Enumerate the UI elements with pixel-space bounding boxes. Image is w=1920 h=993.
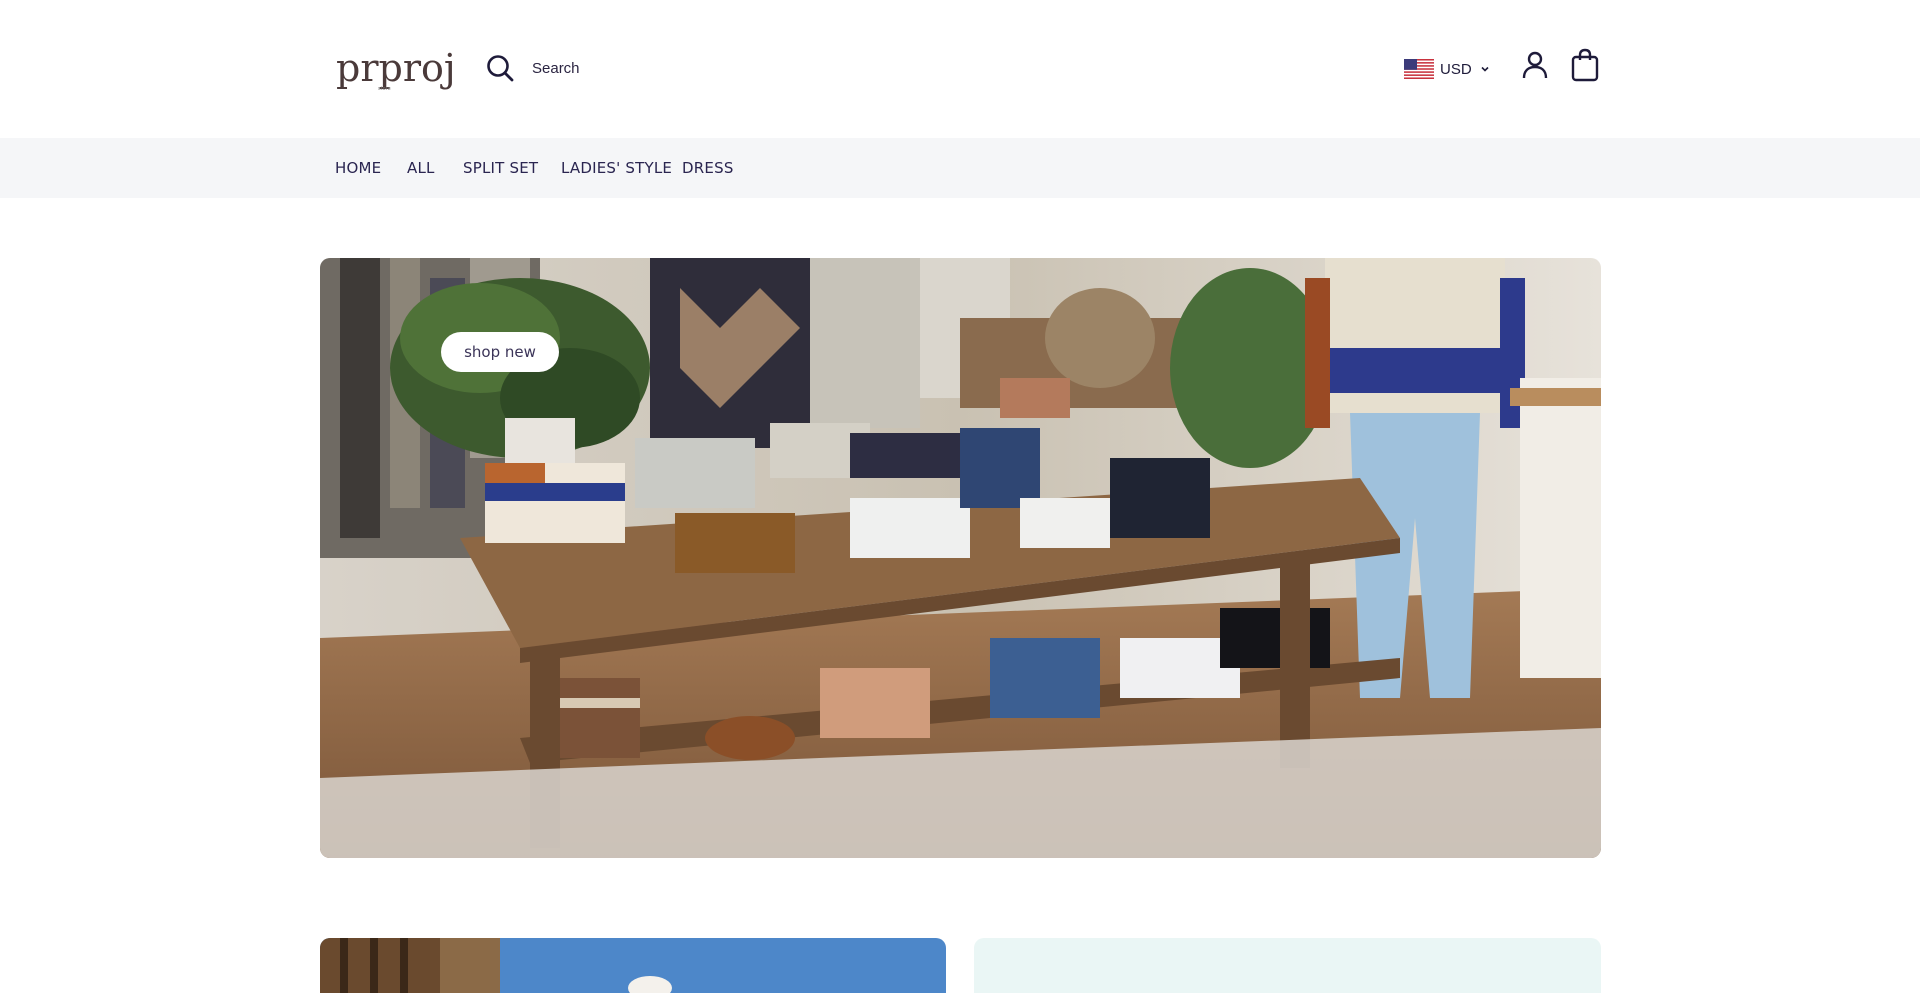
- site-header: prproj store Search USD: [0, 0, 1920, 138]
- search-placeholder: Search: [532, 59, 580, 77]
- logo-subtext: store: [378, 86, 391, 92]
- main-nav: HOME ALL SPLIT SET LADIES' STYLE DRESS: [0, 138, 1920, 198]
- hero-banner[interactable]: shop new: [320, 258, 1601, 858]
- promo-tile-left-image: [320, 938, 946, 993]
- search-input[interactable]: Search: [486, 52, 706, 84]
- nav-item-home[interactable]: HOME: [335, 138, 381, 198]
- search-icon[interactable]: [486, 54, 514, 82]
- currency-code: USD: [1440, 60, 1472, 78]
- user-icon[interactable]: [1520, 50, 1550, 80]
- nav-item-all[interactable]: ALL: [407, 138, 435, 198]
- shop-new-button[interactable]: shop new: [441, 332, 559, 372]
- shopping-bag-icon[interactable]: [1570, 48, 1600, 82]
- currency-selector[interactable]: USD: [1404, 57, 1490, 81]
- logo-text: prproj: [336, 46, 456, 90]
- us-flag-icon: [1404, 59, 1434, 79]
- promo-tile-left[interactable]: [320, 938, 946, 993]
- nav-item-ladies-style-dress[interactable]: LADIES' STYLE DRESS: [561, 138, 734, 198]
- nav-item-split-set[interactable]: SPLIT SET: [463, 138, 538, 198]
- chevron-down-icon: [1481, 66, 1489, 72]
- promo-tile-right[interactable]: [974, 938, 1601, 993]
- logo[interactable]: prproj store: [336, 44, 456, 96]
